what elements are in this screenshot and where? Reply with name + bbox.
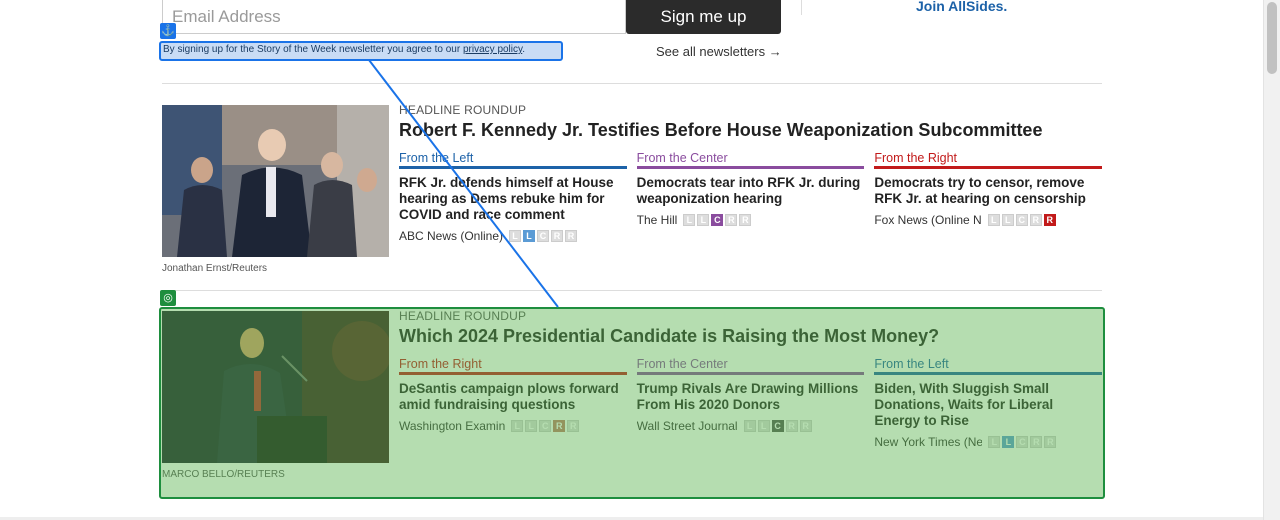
email-field[interactable] bbox=[163, 0, 625, 33]
article-link[interactable]: Democrats tear into RFK Jr. during weapo… bbox=[637, 175, 865, 207]
bias-tile: R bbox=[567, 420, 580, 432]
bias-tile: C bbox=[1016, 436, 1029, 448]
bias-tile: R bbox=[799, 420, 812, 432]
bias-tile: R bbox=[1030, 436, 1043, 448]
source-row: Washington Examin LLCRR bbox=[399, 419, 627, 433]
article-link[interactable]: Democrats try to censor, remove RFK Jr. … bbox=[874, 175, 1102, 207]
bias-tile: C bbox=[537, 230, 550, 242]
source-row: ABC News (Online) LLCRR bbox=[399, 229, 627, 243]
scrollbar-thumb[interactable] bbox=[1267, 2, 1277, 74]
column-left: From the Left RFK Jr. defends himself at… bbox=[399, 151, 627, 243]
bias-tile: R bbox=[565, 230, 578, 242]
perspective-columns: From the Right DeSantis campaign plows f… bbox=[399, 357, 1103, 449]
newsletter-terms: By signing up for the Story of the Week … bbox=[159, 41, 563, 61]
source-row: The Hill LLCRR bbox=[637, 213, 865, 227]
column-label: From the Right bbox=[399, 357, 627, 375]
article-link[interactable]: Trump Rivals Are Drawing Millions From H… bbox=[637, 381, 865, 413]
divider bbox=[162, 83, 1102, 84]
see-all-newsletters-link[interactable]: See all newsletters → bbox=[656, 44, 782, 59]
bias-tile: R bbox=[553, 420, 566, 432]
terms-text: By signing up for the Story of the Week … bbox=[163, 44, 463, 55]
target-icon: ◎ bbox=[160, 290, 176, 306]
source-row: Fox News (Online N LLCRR bbox=[874, 213, 1102, 227]
story-headline[interactable]: Which 2024 Presidential Candidate is Rai… bbox=[399, 326, 1102, 347]
source-name[interactable]: New York Times (Ne bbox=[874, 435, 982, 449]
source-name[interactable]: ABC News (Online) bbox=[399, 229, 503, 243]
bias-tile: L bbox=[511, 420, 524, 432]
column-right: From the Right DeSantis campaign plows f… bbox=[399, 357, 627, 449]
bias-tile: R bbox=[1043, 214, 1056, 226]
bias-rating-icon[interactable]: LLCRR bbox=[988, 436, 1057, 448]
divider bbox=[162, 290, 1102, 291]
bias-rating-icon[interactable]: LLCRR bbox=[987, 214, 1056, 226]
story-kicker: HEADLINE ROUNDUP bbox=[399, 309, 527, 323]
bias-tile: C bbox=[771, 420, 784, 432]
bias-tile: L bbox=[1001, 214, 1014, 226]
bias-tile: L bbox=[757, 420, 770, 432]
story-body: HEADLINE ROUNDUP Robert F. Kennedy Jr. T… bbox=[399, 103, 1103, 243]
bias-tile: C bbox=[1015, 214, 1028, 226]
bias-tile: R bbox=[785, 420, 798, 432]
source-row: Wall Street Journal LLCRR bbox=[637, 419, 865, 433]
story-headline[interactable]: Robert F. Kennedy Jr. Testifies Before H… bbox=[399, 120, 1102, 141]
article-link[interactable]: RFK Jr. defends himself at House hearing… bbox=[399, 175, 627, 223]
bias-rating-icon[interactable]: LLCRR bbox=[683, 214, 752, 226]
bias-tile: L bbox=[525, 420, 538, 432]
anchor-icon: ⚓ bbox=[160, 23, 176, 39]
column-left: From the Left Biden, With Sluggish Small… bbox=[874, 357, 1103, 449]
story-kicker: HEADLINE ROUNDUP bbox=[399, 103, 527, 117]
join-allsides-link[interactable]: Join AllSides. bbox=[916, 0, 1007, 14]
article-link[interactable]: Biden, With Sluggish Small Donations, Wa… bbox=[874, 381, 1102, 429]
bias-tile: L bbox=[988, 436, 1001, 448]
bias-tile: L bbox=[1002, 436, 1015, 448]
bias-tile: R bbox=[1044, 436, 1057, 448]
column-label: From the Right bbox=[874, 151, 1103, 169]
bias-rating-icon[interactable]: LLCRR bbox=[743, 420, 812, 432]
vertical-scrollbar[interactable] bbox=[1263, 0, 1280, 520]
source-row: New York Times (Ne LLCRR bbox=[874, 435, 1102, 449]
bias-tile: R bbox=[739, 214, 752, 226]
article-link[interactable]: DeSantis campaign plows forward amid fun… bbox=[399, 381, 627, 413]
bias-tile: L bbox=[683, 214, 696, 226]
bias-rating-icon[interactable]: LLCRR bbox=[509, 230, 578, 242]
bias-rating-icon[interactable]: LLCRR bbox=[511, 420, 580, 432]
perspective-columns: From the Left RFK Jr. defends himself at… bbox=[399, 151, 1103, 243]
terms-end: . bbox=[522, 44, 526, 55]
bias-tile: C bbox=[539, 420, 552, 432]
bias-tile: R bbox=[1029, 214, 1042, 226]
bias-tile: L bbox=[743, 420, 756, 432]
column-label: From the Left bbox=[874, 357, 1103, 375]
bias-tile: L bbox=[509, 230, 522, 242]
story-image[interactable] bbox=[162, 105, 389, 257]
column-center: From the Center Democrats tear into RFK … bbox=[636, 151, 865, 243]
photo-caption: MARCO BELLO/REUTERS bbox=[162, 469, 285, 480]
sign-me-up-button[interactable]: Sign me up bbox=[626, 0, 781, 34]
story-body: HEADLINE ROUNDUP Which 2024 Presidential… bbox=[399, 309, 1103, 449]
story-image[interactable] bbox=[162, 311, 389, 463]
privacy-policy-link[interactable]: privacy policy bbox=[463, 44, 522, 55]
column-label: From the Center bbox=[636, 357, 865, 375]
email-field-wrapper bbox=[162, 0, 626, 34]
bias-tile: L bbox=[987, 214, 1000, 226]
bias-tile: R bbox=[725, 214, 738, 226]
column-right: From the Right Democrats try to censor, … bbox=[874, 151, 1103, 243]
bias-tile: R bbox=[551, 230, 564, 242]
source-name[interactable]: Fox News (Online N bbox=[874, 213, 981, 227]
column-center: From the Center Trump Rivals Are Drawing… bbox=[636, 357, 865, 449]
bias-tile: L bbox=[523, 230, 536, 242]
source-name[interactable]: Wall Street Journal bbox=[637, 419, 738, 433]
bias-tile: L bbox=[697, 214, 710, 226]
bias-tile: C bbox=[711, 214, 724, 226]
photo-caption: Jonathan Ernst/Reuters bbox=[162, 263, 268, 274]
column-label: From the Left bbox=[399, 151, 627, 169]
source-name[interactable]: Washington Examin bbox=[399, 419, 505, 433]
source-name[interactable]: The Hill bbox=[637, 213, 678, 227]
column-label: From the Center bbox=[636, 151, 865, 169]
